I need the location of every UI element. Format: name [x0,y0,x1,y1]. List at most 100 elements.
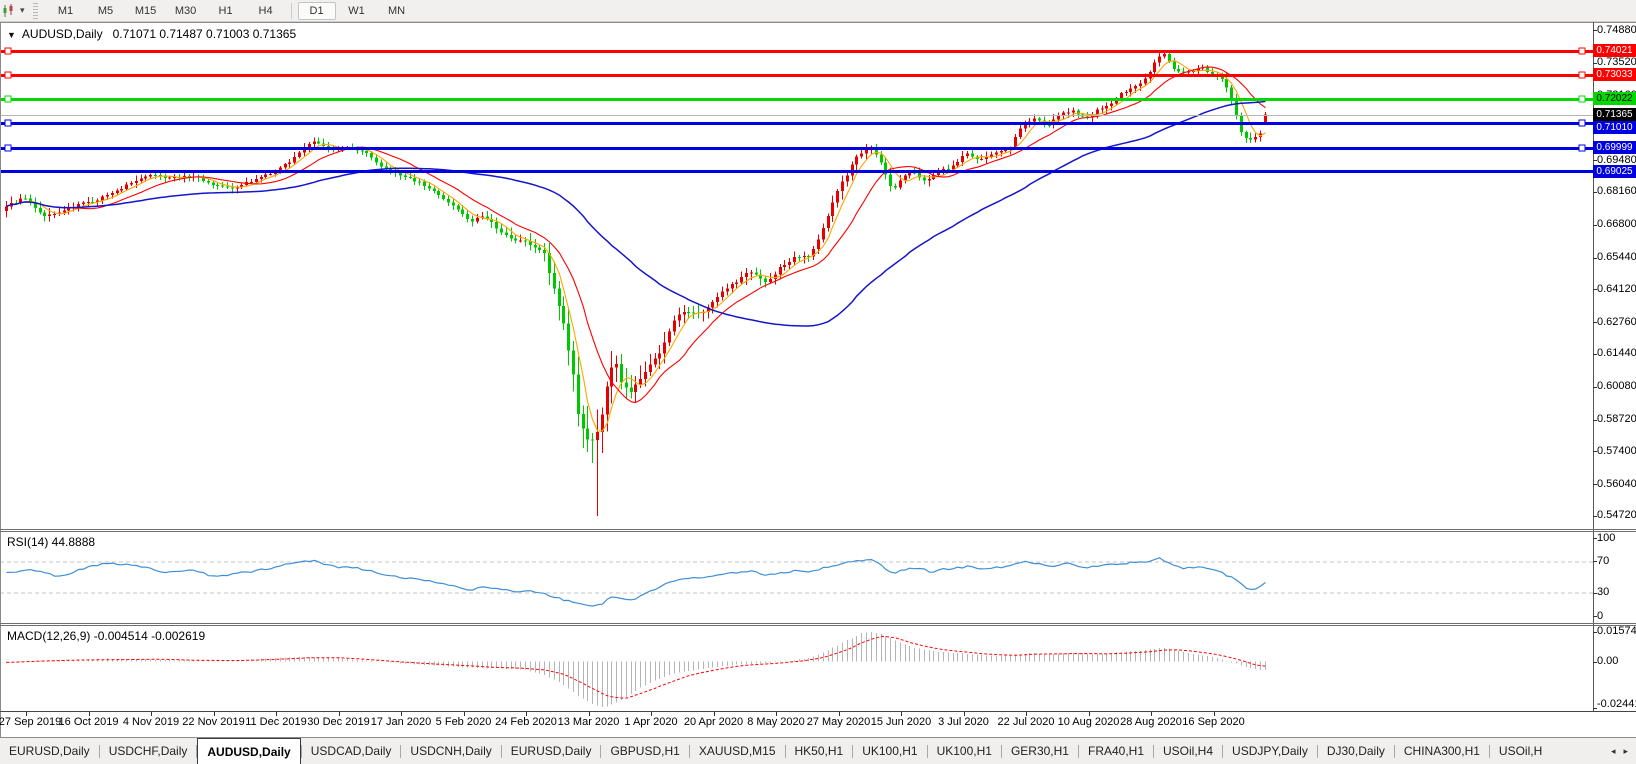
date-axis-label: 8 May 2020 [747,716,805,728]
date-axis-label: 4 Nov 2019 [122,716,180,728]
chevron-down-icon[interactable]: ▾ [20,5,25,16]
date-axis-label: 22 Jul 2020 [997,716,1055,728]
chart-tab-usdchf-daily[interactable]: USDCHF,Daily [100,738,197,764]
ma-slow-line [6,100,1266,327]
date-axis-label: 17 Jan 2020 [370,716,432,728]
price-tick-label: 0.64120 [1597,282,1636,295]
level-line-handle [4,71,12,79]
price-tick-label: 0.54720 [1597,509,1636,522]
timeframe-button-H1[interactable]: H1 [207,2,245,20]
level-line-handle [4,47,12,55]
price-tick-label: 0.60080 [1597,380,1636,393]
scroll-left-icon[interactable]: ◂ [1611,746,1616,757]
chart-tab-eurusd-daily[interactable]: EURUSD,Daily [502,738,601,764]
scroll-right-icon[interactable]: ▸ [1623,746,1628,757]
chart-tab-usdjpy-daily[interactable]: USDJPY,Daily [1223,738,1317,764]
level-price-label: 0.71010 [1593,121,1636,135]
date-axis-label: 5 Feb 2020 [435,716,492,728]
date-axis-label: 28 Aug 2020 [1120,716,1182,728]
date-axis-label: 16 Sep 2020 [1182,716,1245,728]
ma-fast-line [6,60,1266,432]
level-line-handle [4,144,12,152]
bear-candle-wicks [16,51,1251,463]
toolbar-drag-handle[interactable] [32,2,38,19]
date-axis-label: 22 Nov 2019 [182,716,245,728]
symbol-dropdown-triangle-icon[interactable]: ▼ [7,30,16,40]
mt4-chart-window: ▾ M1 M5 M15 M30 H1 H4 D1 W1 MN ▼ AUDUSD,Daily 0.71… [0,0,1636,764]
price-tick-label: 0.66800 [1597,218,1636,231]
date-axis-label: 1 Apr 2020 [624,716,678,728]
price-tick-label: 0.62760 [1597,315,1636,328]
chart-tab-uk100-h1[interactable]: UK100,H1 [928,738,1001,764]
date-axis-label: 27 May 2020 [806,716,871,728]
chart-tab-xauusd-m15[interactable]: XAUUSD,M15 [690,738,785,764]
timeframe-button-W1[interactable]: W1 [338,2,376,20]
current-price-label: 0.71365 [1593,108,1636,122]
level-price-label: 0.69025 [1593,164,1636,178]
tab-scroll-arrows: ◂ ▸ [1603,738,1636,764]
date-axis-label: 24 Feb 2020 [495,716,557,728]
price-tick-label: 0.65440 [1597,251,1636,264]
timeframe-button-M15[interactable]: M15 [127,2,165,20]
chart-tab-dj30-daily[interactable]: DJ30,Daily [1318,738,1394,764]
chart-canvas[interactable] [0,0,1636,740]
level-price-label: 0.69999 [1593,141,1636,155]
chart-tab-audusd-daily[interactable]: AUDUSD,Daily [197,738,301,764]
chart-tab-hk50-h1[interactable]: HK50,H1 [786,738,853,764]
level-line-handle [1578,95,1586,103]
date-axis-label: 16 Oct 2019 [58,716,119,728]
chart-tab-gbpusd-h1[interactable]: GBPUSD,H1 [601,738,688,764]
level-line-handle [1578,144,1586,152]
macd-indicator-label: MACD(12,26,9) -0.004514 -0.002619 [7,629,206,643]
date-axis-label: 15 Jun 2020 [870,716,932,728]
level-line-handle [4,95,12,103]
timeframe-button-M1[interactable]: M1 [47,2,85,20]
chart-tab-fra40-h1[interactable]: FRA40,H1 [1079,738,1153,764]
chart-tab-bar: EURUSD,Daily USDCHF,Daily AUDUSD,Daily USDC… [0,737,1636,764]
price-tick-label: 0.56040 [1597,477,1636,490]
level-price-label: 0.73033 [1593,68,1636,82]
chart-tab-usdcnh-daily[interactable]: USDCNH,Daily [401,738,500,764]
chart-tab-china300-h1[interactable]: CHINA300,H1 [1395,738,1489,764]
date-axis-label: 13 Mar 2020 [557,716,620,728]
macd-tick-label: 0.015741 [1597,625,1636,638]
price-tick-label: 0.57400 [1597,444,1636,457]
timeframe-button-D1[interactable]: D1 [297,1,336,20]
chart-title: ▼ AUDUSD,Daily 0.71071 0.71487 0.71003 0.7… [7,27,296,41]
price-tick-label: 0.74880 [1597,23,1636,36]
candlestick-chart-icon[interactable] [2,3,17,18]
rsi-line [6,557,1266,607]
chart-tab-eurusd-daily[interactable]: EURUSD,Daily [0,738,99,764]
rsi-tick-label: 70 [1597,554,1610,567]
timeframe-buttons-group: M1 M5 M15 M30 H1 H4 D1 W1 MN [46,1,417,20]
level-line-handle [4,119,12,127]
timeframe-button-MN[interactable]: MN [378,2,416,20]
date-axis-label: 10 Aug 2020 [1057,716,1120,728]
bear-candle-bodies [15,54,1252,441]
level-price-label: 0.74021 [1593,44,1636,58]
price-tick-label: 0.58720 [1597,413,1636,426]
rsi-tick-label: 30 [1597,586,1610,599]
rsi-indicator-label: RSI(14) 44.8888 [7,535,96,549]
date-axis-label: 27 Sep 2019 [0,716,62,728]
chart-tab-usoil-h4[interactable]: USOil,H4 [1154,738,1222,764]
toolbar-separator [290,2,292,19]
date-axis-label: 3 Jul 2020 [938,716,989,728]
chart-tab-uk100-h1[interactable]: UK100,H1 [853,738,926,764]
ohlc-values: 0.71071 0.71487 0.71003 0.71365 [112,27,297,41]
chart-tab-ger30-h1[interactable]: GER30,H1 [1002,738,1078,764]
timeframe-toolbar: ▾ M1 M5 M15 M30 H1 H4 D1 W1 MN [0,0,1636,22]
timeframe-button-H4[interactable]: H4 [247,2,285,20]
level-line-handle [1578,47,1586,55]
macd-tick-label: 0.00 [1597,655,1619,667]
level-line-handle [1578,71,1586,79]
date-axis-label: 11 Dec 2019 [245,716,307,728]
macd-tick-label: -0.024412 [1597,697,1636,710]
chart-tab-usdcad-daily[interactable]: USDCAD,Daily [302,738,401,764]
level-line-handle [1578,119,1586,127]
date-axis-label: 20 Apr 2020 [683,716,744,728]
timeframe-button-M30[interactable]: M30 [167,2,205,20]
level-price-label: 0.72022 [1593,92,1636,106]
timeframe-button-M5[interactable]: M5 [87,2,125,20]
chart-tab-usoil-h[interactable]: USOil,H [1490,738,1551,764]
